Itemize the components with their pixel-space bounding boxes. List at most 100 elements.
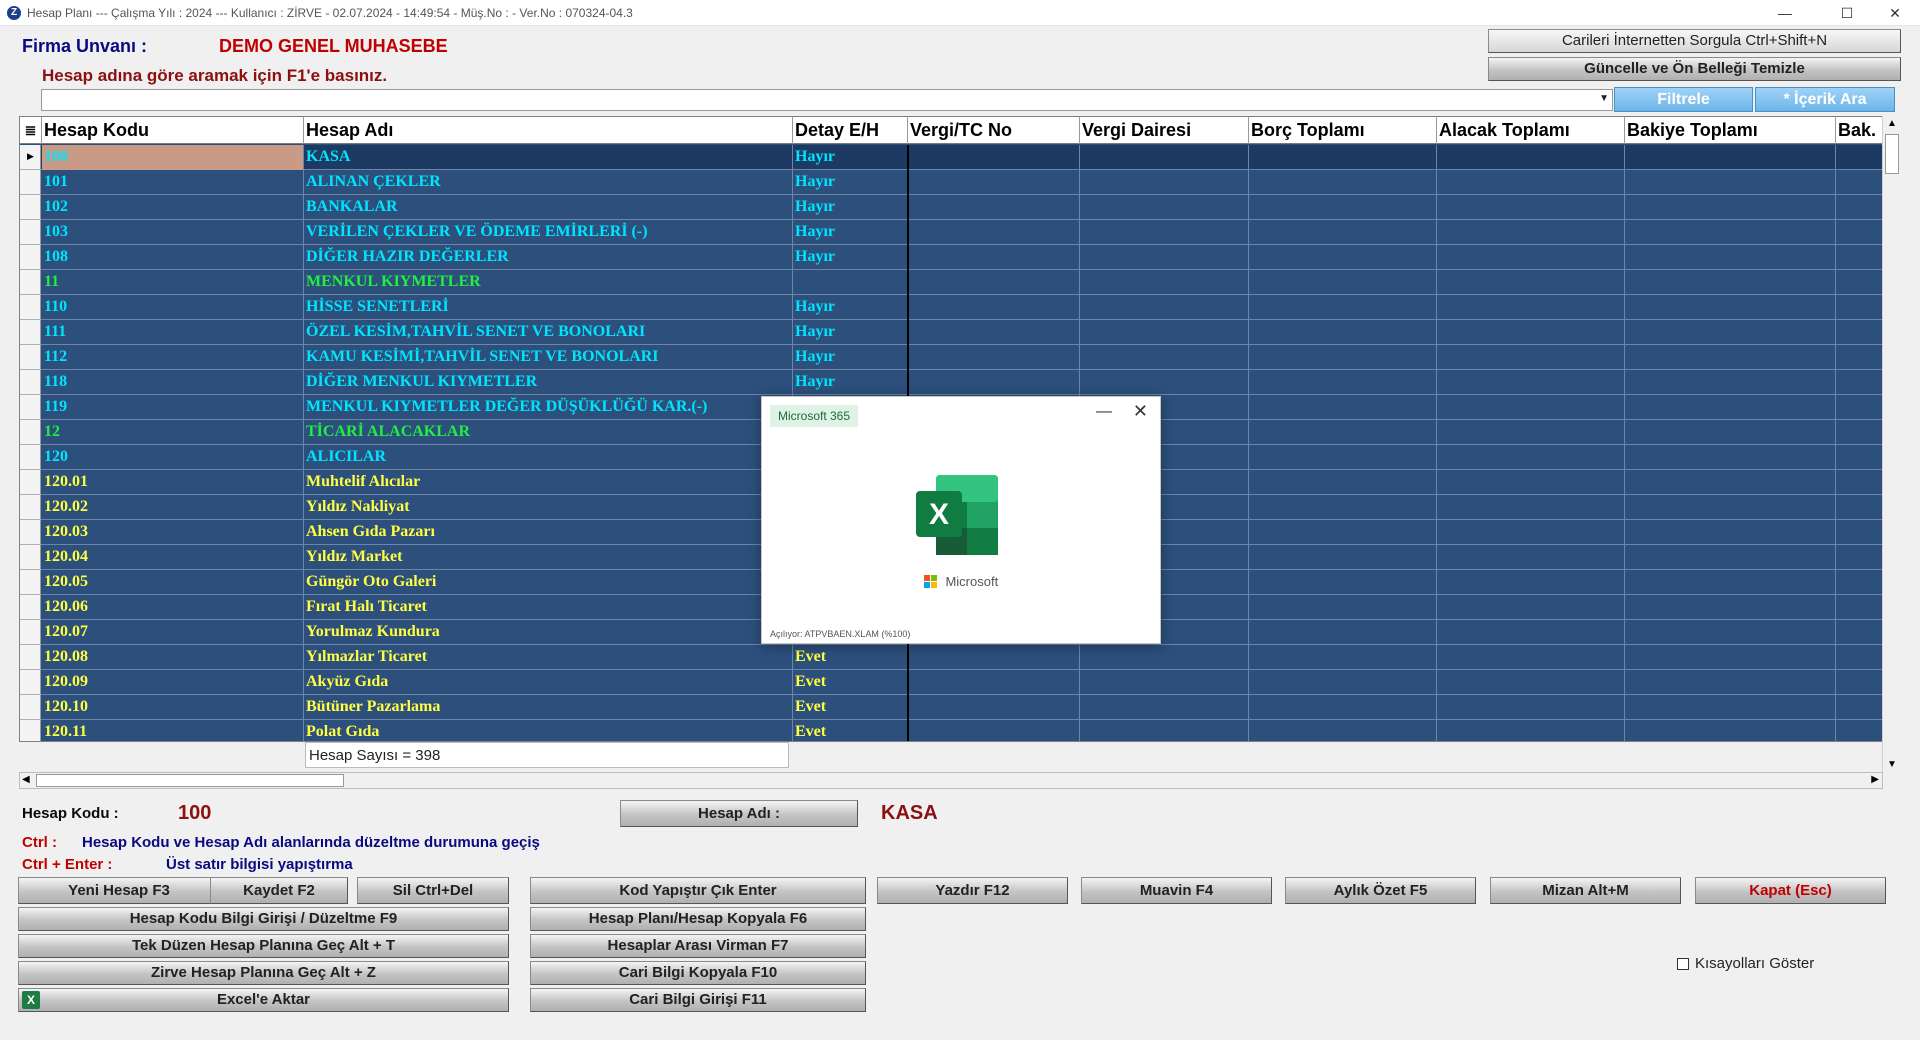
kisayollar-checkbox[interactable]: Kısayolları Göster (1677, 955, 1814, 972)
cell-kod[interactable]: 120.04 (42, 545, 304, 570)
scroll-down-icon[interactable]: ▼ (1887, 759, 1897, 770)
cell-borc[interactable] (1249, 545, 1437, 570)
cell-kod[interactable]: 118 (42, 370, 304, 395)
kaydet-button[interactable]: Kaydet F2 (210, 877, 348, 904)
excel-aktar-button[interactable]: X Excel'e Aktar (18, 988, 509, 1012)
cell-detay[interactable]: Hayır (793, 320, 908, 345)
cell-borc[interactable] (1249, 145, 1437, 170)
cell-detay[interactable]: Hayır (793, 245, 908, 270)
cell-bak[interactable] (1836, 195, 1882, 220)
cell-adi[interactable]: Yılmazlar Ticaret (304, 645, 793, 670)
cell-bakiye[interactable] (1625, 395, 1836, 420)
row-indicator[interactable] (20, 620, 41, 645)
cell-detay[interactable]: Hayır (793, 145, 908, 170)
cell-bakiye[interactable] (1625, 670, 1836, 695)
cell-bak[interactable] (1836, 670, 1882, 695)
cell-borc[interactable] (1249, 195, 1437, 220)
cell-bakiye[interactable] (1625, 420, 1836, 445)
cell-kod[interactable]: 120.02 (42, 495, 304, 520)
scroll-right-icon[interactable]: ▶ (1871, 774, 1879, 785)
cell-adi[interactable]: Yıldız Market (304, 545, 793, 570)
cell-bak[interactable] (1836, 520, 1882, 545)
cell-alacak[interactable] (1437, 720, 1625, 741)
mizan-button[interactable]: Mizan Alt+M (1490, 877, 1681, 904)
cell-bakiye[interactable] (1625, 645, 1836, 670)
table-row[interactable]: 112 KAMU KESİMİ,TAHVİL SENET VE BONOLARI H… (20, 345, 1882, 370)
cell-vergi[interactable] (908, 295, 1080, 320)
cell-borc[interactable] (1249, 595, 1437, 620)
cell-bak[interactable] (1836, 545, 1882, 570)
cell-alacak[interactable] (1437, 245, 1625, 270)
cell-adi[interactable]: Yorulmaz Kundura (304, 620, 793, 645)
table-row[interactable]: 102 BANKALAR Hayır (20, 195, 1882, 220)
row-indicator[interactable] (20, 220, 41, 245)
table-row[interactable]: 110 HİSSE SENETLERİ Hayır (20, 295, 1882, 320)
cell-kod[interactable]: 12 (42, 420, 304, 445)
cell-borc[interactable] (1249, 470, 1437, 495)
cell-adi[interactable]: HİSSE SENETLERİ (304, 295, 793, 320)
cell-bak[interactable] (1836, 470, 1882, 495)
cell-kod[interactable]: 120.07 (42, 620, 304, 645)
cell-kod[interactable]: 108 (42, 245, 304, 270)
cell-bak[interactable] (1836, 420, 1882, 445)
cell-vergi[interactable] (908, 195, 1080, 220)
cell-alacak[interactable] (1437, 595, 1625, 620)
column-header-detay[interactable]: Detay E/H (793, 117, 908, 144)
cell-adi[interactable]: Muhtelif Alıcılar (304, 470, 793, 495)
search-combobox[interactable]: ▼ (41, 89, 1613, 111)
cell-alacak[interactable] (1437, 545, 1625, 570)
row-indicator[interactable] (20, 370, 41, 395)
cell-bakiye[interactable] (1625, 270, 1836, 295)
cell-adi[interactable]: MENKUL KIYMETLER DEĞER DÜŞÜKLÜĞÜ KAR.(-) (304, 395, 793, 420)
cell-alacak[interactable] (1437, 395, 1625, 420)
cell-bakiye[interactable] (1625, 220, 1836, 245)
cell-borc[interactable] (1249, 320, 1437, 345)
cell-alacak[interactable] (1437, 695, 1625, 720)
cell-kod[interactable]: 119 (42, 395, 304, 420)
cell-borc[interactable] (1249, 420, 1437, 445)
cell-kod[interactable]: 120.11 (42, 720, 304, 741)
table-row[interactable]: 120.10 Bütüner Pazarlama Evet (20, 695, 1882, 720)
cell-vergi[interactable] (908, 720, 1080, 741)
cell-borc[interactable] (1249, 295, 1437, 320)
cell-vergi[interactable] (908, 695, 1080, 720)
cell-bakiye[interactable] (1625, 570, 1836, 595)
cell-daire[interactable] (1080, 170, 1249, 195)
column-header-alacak[interactable]: Alacak Toplamı (1437, 117, 1625, 144)
cell-daire[interactable] (1080, 245, 1249, 270)
yazdir-button[interactable]: Yazdır F12 (877, 877, 1068, 904)
cell-bak[interactable] (1836, 595, 1882, 620)
cell-alacak[interactable] (1437, 520, 1625, 545)
cell-kod[interactable]: 101 (42, 170, 304, 195)
checkbox-icon[interactable] (1677, 958, 1689, 971)
table-row[interactable]: 120.09 Akyüz Gıda Evet (20, 670, 1882, 695)
cell-kod[interactable]: 120.10 (42, 695, 304, 720)
cell-alacak[interactable] (1437, 295, 1625, 320)
cell-bak[interactable] (1836, 145, 1882, 170)
row-indicator[interactable] (20, 270, 41, 295)
cell-bakiye[interactable] (1625, 195, 1836, 220)
column-header-hesap-kodu[interactable]: Hesap Kodu (42, 117, 304, 144)
scroll-up-icon[interactable]: ▲ (1887, 118, 1897, 129)
cell-adi[interactable]: ALINAN ÇEKLER (304, 170, 793, 195)
cell-daire[interactable] (1080, 345, 1249, 370)
cell-adi[interactable]: TİCARİ ALACAKLAR (304, 420, 793, 445)
cell-kod[interactable]: 110 (42, 295, 304, 320)
cell-vergi[interactable] (908, 670, 1080, 695)
cell-alacak[interactable] (1437, 320, 1625, 345)
cell-alacak[interactable] (1437, 495, 1625, 520)
cell-borc[interactable] (1249, 695, 1437, 720)
cell-kod[interactable]: 120 (42, 445, 304, 470)
row-indicator[interactable] (20, 520, 41, 545)
hesap-kopyala-button[interactable]: Hesap Planı/Hesap Kopyala F6 (530, 907, 866, 931)
row-indicator[interactable] (20, 420, 41, 445)
cell-alacak[interactable] (1437, 420, 1625, 445)
cell-bak[interactable] (1836, 495, 1882, 520)
cell-bakiye[interactable] (1625, 720, 1836, 741)
cell-adi[interactable]: DİĞER HAZIR DEĞERLER (304, 245, 793, 270)
cell-bak[interactable] (1836, 245, 1882, 270)
cell-adi[interactable]: ALICILAR (304, 445, 793, 470)
cell-detay[interactable]: Hayır (793, 170, 908, 195)
cell-adi[interactable]: KASA (304, 145, 793, 170)
cell-borc[interactable] (1249, 345, 1437, 370)
